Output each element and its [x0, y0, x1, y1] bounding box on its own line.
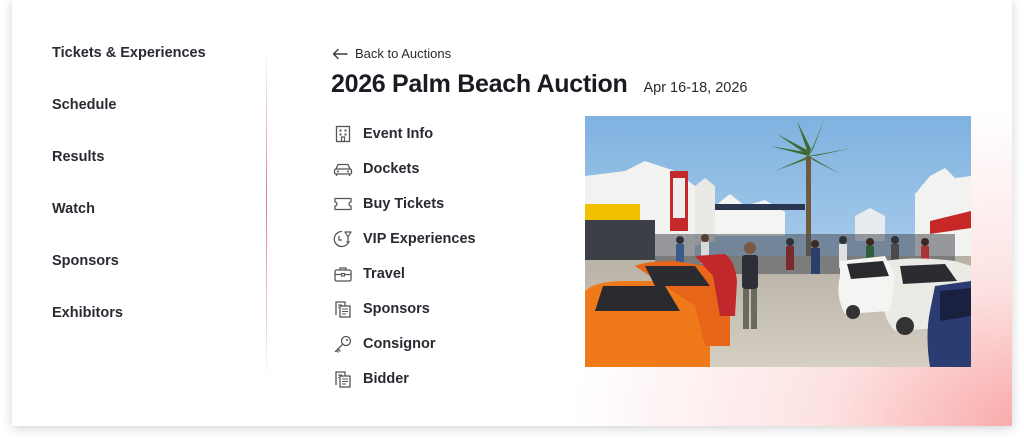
sidebar-item-exhibitors[interactable]: Exhibitors: [52, 305, 206, 357]
vertical-divider: [266, 48, 267, 380]
menu-label: Bidder: [363, 370, 409, 387]
arrow-left-icon: [332, 48, 348, 59]
back-label: Back to Auctions: [355, 46, 452, 61]
menu-item-dockets[interactable]: Dockets: [332, 151, 476, 186]
menu-label: Consignor: [363, 335, 436, 352]
sidebar-nav: Tickets & Experiences Schedule Results W…: [52, 45, 206, 357]
page-title: 2026 Palm Beach Auction: [331, 70, 628, 98]
menu-label: Dockets: [363, 160, 420, 177]
menu-label: Event Info: [363, 125, 434, 142]
briefcase-icon: [332, 263, 354, 285]
document-icon: [332, 368, 354, 390]
menu-item-buy-tickets[interactable]: Buy Tickets: [332, 186, 476, 221]
sidebar-item-tickets[interactable]: Tickets & Experiences: [52, 45, 206, 97]
auction-card: Tickets & Experiences Schedule Results W…: [12, 0, 1012, 426]
menu-item-vip-experiences[interactable]: VIP Experiences: [332, 221, 476, 256]
menu-label: Sponsors: [363, 300, 430, 317]
vip-glass-icon: [332, 228, 354, 250]
menu-item-travel[interactable]: Travel: [332, 256, 476, 291]
event-date: Apr 16-18, 2026: [643, 80, 748, 96]
auction-photo: [585, 116, 971, 367]
menu-label: Travel: [363, 265, 405, 282]
sidebar-item-schedule[interactable]: Schedule: [52, 97, 206, 149]
key-icon: [332, 333, 354, 355]
menu-item-consignor[interactable]: Consignor: [332, 326, 476, 361]
menu-label: VIP Experiences: [363, 230, 476, 247]
sidebar-item-results[interactable]: Results: [52, 149, 206, 201]
car-icon: [332, 158, 354, 180]
menu-label: Buy Tickets: [363, 195, 445, 212]
back-to-auctions-link[interactable]: Back to Auctions: [332, 46, 451, 61]
menu-item-event-info[interactable]: Event Info: [332, 116, 476, 151]
menu-item-bidder[interactable]: Bidder: [332, 361, 476, 396]
title-row: 2026 Palm Beach Auction Apr 16-18, 2026: [331, 70, 747, 99]
document-icon: [332, 298, 354, 320]
sidebar-item-sponsors[interactable]: Sponsors: [52, 253, 206, 305]
ticket-icon: [332, 193, 354, 215]
menu-item-sponsors[interactable]: Sponsors: [332, 291, 476, 326]
event-menu: Event Info Dockets Buy Tickets VIP Exper…: [332, 116, 476, 396]
sidebar-item-watch[interactable]: Watch: [52, 201, 206, 253]
building-icon: [332, 123, 354, 145]
